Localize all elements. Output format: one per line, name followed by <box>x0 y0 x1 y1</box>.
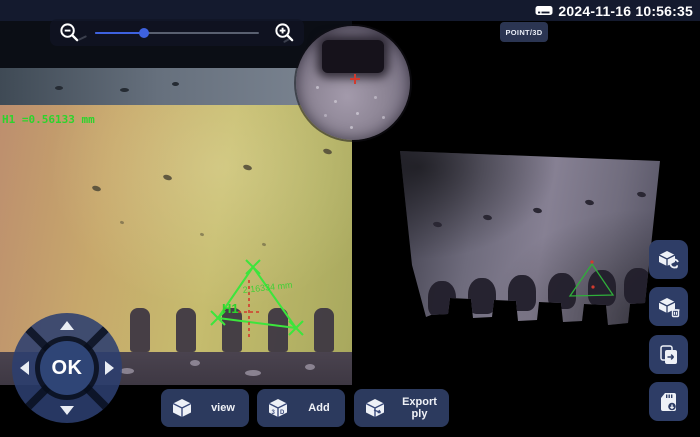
cloud-hole <box>533 207 543 214</box>
inset-notch <box>322 40 384 73</box>
reset-3d-view-button[interactable] <box>649 240 688 279</box>
cloud-hole <box>483 214 493 221</box>
cloud-notch <box>468 278 496 314</box>
cloud-hole <box>433 221 443 228</box>
zoom-slider[interactable] <box>95 32 259 34</box>
view-button[interactable]: view <box>161 389 249 427</box>
zoom-out-icon[interactable] <box>58 21 81 44</box>
measurement-readout: H1 =0.56133 mm <box>2 113 95 126</box>
ok-button[interactable]: OK <box>40 341 94 395</box>
cloud-hole <box>585 199 595 206</box>
dpad-left-arrow[interactable] <box>20 361 29 375</box>
point-3d-mode-button[interactable]: POINT/3D <box>500 22 548 42</box>
cloud-notch <box>428 281 456 317</box>
save-to-sd-button[interactable] <box>649 382 688 421</box>
measurement-app: 2024-11-16 10:56:35 H1 =0.56133 mm <box>0 0 700 437</box>
sd-card-save-icon <box>657 390 681 414</box>
cloud-notch <box>508 275 536 311</box>
cube-export-icon <box>364 397 386 419</box>
magnifier-inset <box>296 26 410 140</box>
zoom-control <box>50 19 304 46</box>
cube-view-icon <box>171 397 193 419</box>
svg-text:D: D <box>280 410 285 416</box>
zoom-slider-fill <box>95 32 144 34</box>
delete-3d-button[interactable] <box>649 287 688 326</box>
view-button-label: view <box>207 402 239 414</box>
zoom-in-icon[interactable] <box>273 21 296 44</box>
export-ply-button[interactable]: Export ply <box>354 389 449 427</box>
ok-dpad: OK <box>12 313 122 423</box>
storage-drive-icon <box>535 4 553 17</box>
dpad-right-arrow[interactable] <box>105 361 114 375</box>
top-status-bar: 2024-11-16 10:56:35 <box>0 0 700 21</box>
cloud-notch <box>624 268 652 304</box>
cube-add-3d-icon: 3 D <box>267 397 289 419</box>
cloud-hole <box>637 191 647 198</box>
file-export-icon <box>657 343 681 367</box>
h1-label: H1 <box>222 301 239 316</box>
cube-rotate-reset-icon <box>657 248 681 272</box>
export-ply-button-label: Export ply <box>400 396 439 420</box>
add-button-label: Add <box>303 402 335 414</box>
cloud-measurement-triangle <box>560 255 622 307</box>
zoom-slider-thumb[interactable] <box>139 28 149 38</box>
timestamp: 2024-11-16 10:56:35 <box>558 3 693 19</box>
dpad-up-arrow[interactable] <box>60 321 74 330</box>
cube-delete-icon <box>657 295 681 319</box>
export-file-button[interactable] <box>649 335 688 374</box>
add-button[interactable]: 3 D Add <box>257 389 345 427</box>
dpad-down-arrow[interactable] <box>60 406 74 415</box>
inset-crosshair-icon <box>350 74 360 84</box>
inset-texture <box>316 86 319 89</box>
